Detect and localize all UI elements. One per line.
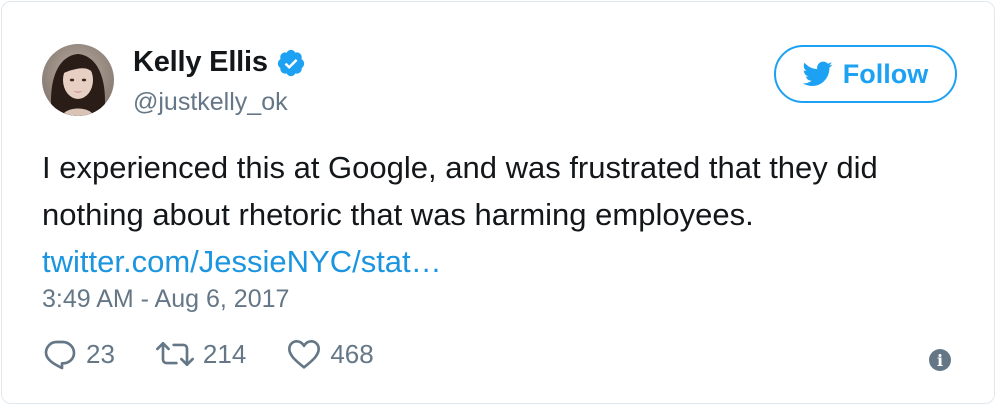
- heart-icon: [288, 340, 321, 369]
- retweet-icon: [155, 342, 194, 366]
- follow-button-label: Follow: [842, 58, 929, 89]
- user-avatar-photo: [42, 44, 114, 116]
- reply-icon: [44, 340, 76, 370]
- retweet-button[interactable]: 214: [155, 339, 246, 370]
- like-count: 468: [330, 338, 374, 369]
- user-name-row: Kelly Ellis: [133, 46, 306, 79]
- twitter-bird-icon: [802, 61, 833, 87]
- info-icon[interactable]: i: [929, 349, 951, 371]
- tweet-actions: 23 214 468: [42, 338, 374, 370]
- retweet-count: 214: [202, 338, 247, 369]
- tweet-text-line: I experienced this at Google, and was fr…: [42, 150, 878, 185]
- tweet-link[interactable]: twitter.com/JessieNYC/stat…: [42, 244, 442, 279]
- tweet-text: I experienced this at Google, and was fr…: [42, 144, 962, 285]
- like-button[interactable]: 468: [286, 338, 374, 370]
- tweet-timestamp[interactable]: 3:49 AM - Aug 6, 2017: [42, 285, 289, 314]
- avatar[interactable]: [42, 44, 114, 116]
- user-handle[interactable]: @justkelly_ok: [133, 88, 288, 117]
- user-name[interactable]: Kelly Ellis: [133, 46, 268, 79]
- reply-count: 23: [86, 338, 115, 369]
- verified-badge-icon: [276, 48, 306, 78]
- reply-button[interactable]: 23: [42, 338, 115, 370]
- follow-button[interactable]: Follow: [774, 45, 957, 103]
- tweet-text-line: nothing about rhetoric that was harming …: [42, 197, 754, 232]
- tweet-card: Kelly Ellis @justkelly_ok Follow I exper…: [1, 1, 995, 404]
